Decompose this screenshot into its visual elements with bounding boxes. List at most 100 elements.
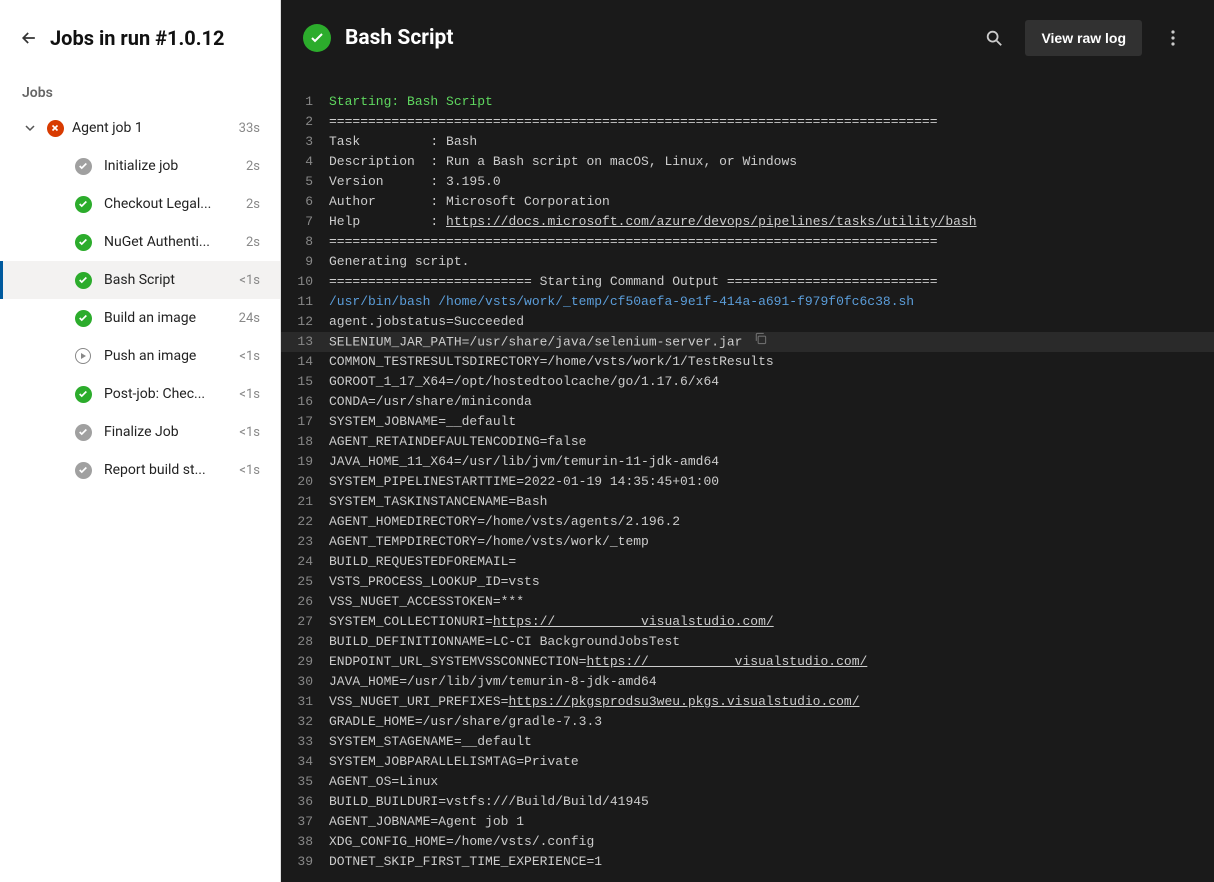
step-row[interactable]: Finalize Job<1s	[0, 413, 280, 451]
line-number: 10	[281, 272, 329, 292]
log-line[interactable]: 10========================== Starting Co…	[281, 272, 1214, 292]
line-text: BUILD_BUILDURI=vstfs:///Build/Build/4194…	[329, 792, 1194, 812]
step-label: Initialize job	[104, 158, 234, 174]
log-line[interactable]: 8=======================================…	[281, 232, 1214, 252]
log-line[interactable]: 5Version : 3.195.0	[281, 172, 1214, 192]
log-line[interactable]: 3Task : Bash	[281, 132, 1214, 152]
log-line[interactable]: 37AGENT_JOBNAME=Agent job 1	[281, 812, 1214, 832]
log-line[interactable]: 26VSS_NUGET_ACCESSTOKEN=***	[281, 592, 1214, 612]
log-line[interactable]: 29ENDPOINT_URL_SYSTEMVSSCONNECTION=https…	[281, 652, 1214, 672]
step-row[interactable]: Report build st...<1s	[0, 451, 280, 489]
line-number: 36	[281, 792, 329, 812]
line-text: AGENT_OS=Linux	[329, 772, 1194, 792]
line-number: 34	[281, 752, 329, 772]
line-text: GRADLE_HOME=/usr/share/gradle-7.3.3	[329, 712, 1194, 732]
step-duration: 2s	[246, 235, 266, 250]
copy-icon[interactable]	[754, 332, 767, 352]
step-duration: <1s	[239, 349, 266, 364]
step-row[interactable]: Checkout Legal...2s	[0, 185, 280, 223]
log-line[interactable]: 24BUILD_REQUESTEDFOREMAIL=	[281, 552, 1214, 572]
log-line[interactable]: 15GOROOT_1_17_X64=/opt/hostedtoolcache/g…	[281, 372, 1214, 392]
line-text: SELENIUM_JAR_PATH=/usr/share/java/seleni…	[329, 332, 1194, 352]
sidebar-title: Jobs in run #1.0.12	[50, 26, 224, 50]
step-label: Bash Script	[104, 272, 227, 288]
step-row[interactable]: Initialize job2s	[0, 147, 280, 185]
log-line[interactable]: 35AGENT_OS=Linux	[281, 772, 1214, 792]
log-line[interactable]: 23AGENT_TEMPDIRECTORY=/home/vsts/work/_t…	[281, 532, 1214, 552]
step-row[interactable]: Post-job: Chec...<1s	[0, 375, 280, 413]
log-line[interactable]: 21SYSTEM_TASKINSTANCENAME=Bash	[281, 492, 1214, 512]
job-row[interactable]: Agent job 1 33s	[0, 109, 280, 147]
step-label: Post-job: Chec...	[104, 386, 227, 402]
step-row[interactable]: Bash Script<1s	[0, 261, 280, 299]
line-text: JAVA_HOME=/usr/lib/jvm/temurin-8-jdk-amd…	[329, 672, 1194, 692]
step-row[interactable]: Build an image24s	[0, 299, 280, 337]
line-text: XDG_CONFIG_HOME=/home/vsts/.config	[329, 832, 1194, 852]
log-link[interactable]: https:// visualstudio.com/	[586, 654, 867, 669]
log-line[interactable]: 20SYSTEM_PIPELINESTARTTIME=2022-01-19 14…	[281, 472, 1214, 492]
log-line[interactable]: 1Starting: Bash Script	[281, 92, 1214, 112]
log-line[interactable]: 30JAVA_HOME=/usr/lib/jvm/temurin-8-jdk-a…	[281, 672, 1214, 692]
log-line[interactable]: 18AGENT_RETAINDEFAULTENCODING=false	[281, 432, 1214, 452]
jobs-section-label: Jobs	[0, 75, 280, 109]
line-number: 23	[281, 532, 329, 552]
line-number: 32	[281, 712, 329, 732]
line-number: 27	[281, 612, 329, 632]
step-title: Bash Script	[345, 26, 963, 50]
line-text: /usr/bin/bash /home/vsts/work/_temp/cf50…	[329, 292, 1194, 312]
line-number: 33	[281, 732, 329, 752]
log-line[interactable]: 17SYSTEM_JOBNAME=__default	[281, 412, 1214, 432]
line-number: 18	[281, 432, 329, 452]
line-number: 35	[281, 772, 329, 792]
line-number: 26	[281, 592, 329, 612]
line-text: SYSTEM_JOBNAME=__default	[329, 412, 1194, 432]
log-line[interactable]: 11/usr/bin/bash /home/vsts/work/_temp/cf…	[281, 292, 1214, 312]
log-line[interactable]: 12agent.jobstatus=Succeeded	[281, 312, 1214, 332]
step-label: NuGet Authenti...	[104, 234, 234, 250]
log-line[interactable]: 22AGENT_HOMEDIRECTORY=/home/vsts/agents/…	[281, 512, 1214, 532]
log-line[interactable]: 31VSS_NUGET_URI_PREFIXES=https://pkgspro…	[281, 692, 1214, 712]
more-menu-button[interactable]	[1156, 21, 1190, 55]
line-text: COMMON_TESTRESULTSDIRECTORY=/home/vsts/w…	[329, 352, 1194, 372]
log-line[interactable]: 27SYSTEM_COLLECTIONURI=https:// visualst…	[281, 612, 1214, 632]
log-line[interactable]: 2=======================================…	[281, 112, 1214, 132]
line-number: 2	[281, 112, 329, 132]
log-line[interactable]: 7Help : https://docs.microsoft.com/azure…	[281, 212, 1214, 232]
log-line[interactable]: 39DOTNET_SKIP_FIRST_TIME_EXPERIENCE=1	[281, 852, 1214, 872]
log-link[interactable]: https://docs.microsoft.com/azure/devops/…	[446, 214, 977, 229]
log-line[interactable]: 16CONDA=/usr/share/miniconda	[281, 392, 1214, 412]
log-line[interactable]: 13SELENIUM_JAR_PATH=/usr/share/java/sele…	[281, 332, 1214, 352]
view-raw-log-button[interactable]: View raw log	[1025, 20, 1142, 56]
chevron-down-icon[interactable]	[22, 122, 38, 134]
step-duration: <1s	[239, 463, 266, 478]
log-line[interactable]: 25VSTS_PROCESS_LOOKUP_ID=vsts	[281, 572, 1214, 592]
line-number: 17	[281, 412, 329, 432]
line-number: 24	[281, 552, 329, 572]
line-number: 11	[281, 292, 329, 312]
log-line[interactable]: 4Description : Run a Bash script on macO…	[281, 152, 1214, 172]
log-line[interactable]: 32GRADLE_HOME=/usr/share/gradle-7.3.3	[281, 712, 1214, 732]
log-output[interactable]: 1Starting: Bash Script2=================…	[281, 74, 1214, 882]
log-line[interactable]: 28BUILD_DEFINITIONNAME=LC-CI BackgroundJ…	[281, 632, 1214, 652]
log-link[interactable]: https:// visualstudio.com/	[493, 614, 774, 629]
log-line[interactable]: 6Author : Microsoft Corporation	[281, 192, 1214, 212]
step-status-icon	[74, 423, 92, 441]
line-number: 20	[281, 472, 329, 492]
step-row[interactable]: Push an image<1s	[0, 337, 280, 375]
log-line[interactable]: 19JAVA_HOME_11_X64=/usr/lib/jvm/temurin-…	[281, 452, 1214, 472]
step-label: Finalize Job	[104, 424, 227, 440]
log-line[interactable]: 14COMMON_TESTRESULTSDIRECTORY=/home/vsts…	[281, 352, 1214, 372]
log-link[interactable]: https://pkgsprodsu3weu.pkgs.visualstudio…	[508, 694, 859, 709]
line-number: 9	[281, 252, 329, 272]
log-line[interactable]: 9Generating script.	[281, 252, 1214, 272]
log-line[interactable]: 36BUILD_BUILDURI=vstfs:///Build/Build/41…	[281, 792, 1214, 812]
line-text: Version : 3.195.0	[329, 172, 1194, 192]
log-line[interactable]: 34SYSTEM_JOBPARALLELISMTAG=Private	[281, 752, 1214, 772]
log-line[interactable]: 38XDG_CONFIG_HOME=/home/vsts/.config	[281, 832, 1214, 852]
back-button[interactable]	[18, 27, 40, 49]
log-line[interactable]: 33SYSTEM_STAGENAME=__default	[281, 732, 1214, 752]
search-button[interactable]	[977, 21, 1011, 55]
line-number: 1	[281, 92, 329, 112]
step-row[interactable]: NuGet Authenti... 2s	[0, 223, 280, 261]
step-label: Checkout Legal...	[104, 196, 234, 212]
